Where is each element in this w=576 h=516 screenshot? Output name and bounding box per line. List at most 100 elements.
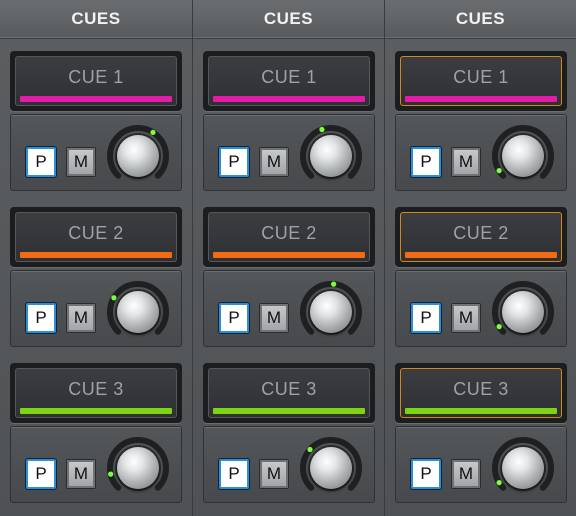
cue-label: CUE 2 (68, 222, 124, 243)
cue-control-panel: P M (395, 114, 567, 191)
knob-cap (117, 447, 159, 489)
cue-color-stripe (405, 408, 557, 414)
cue-strip: CUE 2 P M (203, 207, 375, 347)
cue-name-frame: CUE 2 (15, 212, 177, 262)
cue-name-display[interactable]: CUE 1 (395, 51, 567, 111)
pre-fader-button[interactable]: P (26, 303, 56, 333)
mute-button[interactable]: M (66, 459, 96, 489)
knob-cap (310, 291, 352, 333)
knob-indicator (111, 295, 117, 301)
cue-label: CUE 3 (68, 378, 124, 399)
knob-cap (502, 135, 544, 177)
cue-control-panel: P M (395, 426, 567, 503)
knob-indicator (496, 168, 502, 174)
pre-fader-button[interactable]: P (411, 147, 441, 177)
cue-name-frame: CUE 2 (208, 212, 370, 262)
column-header: CUES (385, 0, 576, 39)
cue-strip: CUE 1 P M (203, 51, 375, 191)
cue-color-stripe (213, 408, 365, 414)
level-knob[interactable] (106, 280, 170, 344)
pre-fader-button[interactable]: P (411, 459, 441, 489)
mute-button[interactable]: M (66, 303, 96, 333)
column-header: CUES (0, 0, 192, 39)
knob-cap (117, 135, 159, 177)
pre-fader-button[interactable]: P (219, 459, 249, 489)
cue-color-stripe (405, 252, 557, 258)
cue-label: CUE 2 (453, 222, 509, 243)
cue-name-display[interactable]: CUE 3 (10, 363, 182, 423)
cue-name-display[interactable]: CUE 1 (10, 51, 182, 111)
mute-button[interactable]: M (259, 459, 289, 489)
knob-cap (310, 135, 352, 177)
level-knob[interactable] (491, 280, 555, 344)
level-knob[interactable] (299, 436, 363, 500)
cue-name-display[interactable]: CUE 2 (10, 207, 182, 267)
knob-indicator (496, 324, 502, 330)
cue-name-display[interactable]: CUE 1 (203, 51, 375, 111)
cue-name-display[interactable]: CUE 3 (395, 363, 567, 423)
knob-indicator (108, 471, 114, 477)
cue-name-frame: CUE 1 (208, 56, 370, 106)
level-knob[interactable] (106, 436, 170, 500)
level-knob[interactable] (491, 436, 555, 500)
cue-color-stripe (405, 96, 557, 102)
cue-strip: CUE 3 P M (10, 363, 182, 503)
cue-label: CUE 3 (453, 378, 509, 399)
cue-strip: CUE 1 P M (395, 51, 567, 191)
pre-fader-button[interactable]: P (219, 147, 249, 177)
cue-name-display[interactable]: CUE 2 (203, 207, 375, 267)
cue-name-display[interactable]: CUE 3 (203, 363, 375, 423)
cue-mixer: CUES CUE 1 P M CUE 2 P M CUE 3 P M CUES … (0, 0, 576, 516)
cue-control-panel: P M (203, 270, 375, 347)
pre-fader-button[interactable]: P (26, 459, 56, 489)
mute-button[interactable]: M (259, 303, 289, 333)
cue-strip: CUE 2 P M (10, 207, 182, 347)
level-knob[interactable] (299, 280, 363, 344)
cue-label: CUE 1 (68, 66, 124, 87)
cue-name-display[interactable]: CUE 2 (395, 207, 567, 267)
cue-name-frame: CUE 3 (208, 368, 370, 418)
pre-fader-button[interactable]: P (26, 147, 56, 177)
level-knob[interactable] (106, 124, 170, 188)
column-header: CUES (193, 0, 384, 39)
pre-fader-button[interactable]: P (411, 303, 441, 333)
level-knob[interactable] (299, 124, 363, 188)
knob-indicator (319, 126, 325, 133)
cue-column-1: CUES CUE 1 P M CUE 2 P M CUE 3 P M (0, 0, 192, 516)
cue-label: CUE 1 (261, 66, 317, 87)
cue-name-frame: CUE 3 (400, 368, 562, 418)
cue-control-panel: P M (395, 270, 567, 347)
cue-strip: CUE 2 P M (395, 207, 567, 347)
cue-color-stripe (20, 408, 172, 414)
cue-color-stripe (20, 96, 172, 102)
knob-cap (117, 291, 159, 333)
cue-name-frame: CUE 3 (15, 368, 177, 418)
mute-button[interactable]: M (259, 147, 289, 177)
knob-cap (502, 447, 544, 489)
cue-color-stripe (213, 96, 365, 102)
mute-button[interactable]: M (451, 147, 481, 177)
cue-name-frame: CUE 2 (400, 212, 562, 262)
level-knob[interactable] (491, 124, 555, 188)
knob-indicator (150, 129, 156, 135)
cue-strip: CUE 1 P M (10, 51, 182, 191)
cue-name-frame: CUE 1 (15, 56, 177, 106)
cue-strip: CUE 3 P M (395, 363, 567, 503)
cue-control-panel: P M (203, 114, 375, 191)
cue-control-panel: P M (10, 114, 182, 191)
pre-fader-button[interactable]: P (219, 303, 249, 333)
knob-indicator (331, 281, 337, 287)
cue-strip: CUE 3 P M (203, 363, 375, 503)
cue-color-stripe (20, 252, 172, 258)
mute-button[interactable]: M (451, 303, 481, 333)
cue-column-2: CUES CUE 1 P M CUE 2 P M CUE 3 P M (192, 0, 384, 516)
cue-name-frame: CUE 1 (400, 56, 562, 106)
cue-label: CUE 2 (261, 222, 317, 243)
mute-button[interactable]: M (66, 147, 96, 177)
cue-column-3: CUES CUE 1 P M CUE 2 P M CUE 3 P M (384, 0, 576, 516)
cue-control-panel: P M (10, 426, 182, 503)
cue-label: CUE 3 (261, 378, 317, 399)
cue-color-stripe (213, 252, 365, 258)
knob-indicator (496, 480, 502, 486)
mute-button[interactable]: M (451, 459, 481, 489)
